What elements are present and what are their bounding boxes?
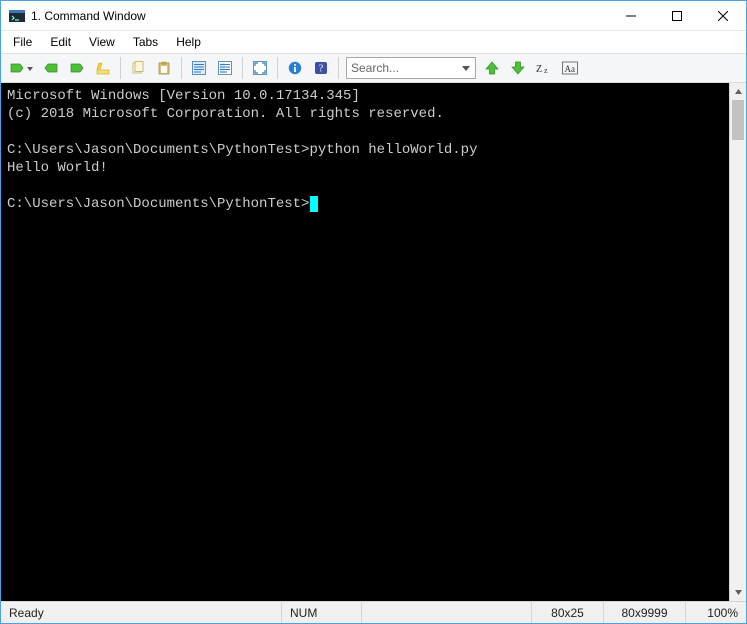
menu-view[interactable]: View bbox=[81, 33, 123, 51]
menu-help[interactable]: Help bbox=[168, 33, 209, 51]
case-sensitive-button[interactable]: Z z bbox=[532, 56, 556, 80]
paste-icon bbox=[157, 61, 171, 75]
status-gap bbox=[362, 602, 532, 623]
scroll-thumb[interactable] bbox=[732, 100, 744, 140]
terminal-line: Microsoft Windows [Version 10.0.17134.34… bbox=[7, 88, 360, 104]
scroll-up-button[interactable] bbox=[730, 83, 746, 100]
status-ready: Ready bbox=[1, 602, 282, 623]
rename-tab-button[interactable] bbox=[91, 56, 115, 80]
terminal-prompt-path: C:\Users\Jason\Documents\PythonTest> bbox=[7, 142, 309, 158]
prev-tab-button[interactable] bbox=[39, 56, 63, 80]
arrow-left-icon bbox=[44, 61, 58, 75]
pencil-icon bbox=[96, 61, 110, 75]
search-placeholder: Search... bbox=[351, 61, 399, 75]
toolbar-separator-1 bbox=[120, 57, 121, 79]
arrow-right-icon bbox=[70, 61, 84, 75]
status-buffer: 80x9999 bbox=[604, 602, 686, 623]
fullscreen-button[interactable] bbox=[248, 56, 272, 80]
about-button[interactable] bbox=[283, 56, 307, 80]
paste-button[interactable] bbox=[152, 56, 176, 80]
terminal-command: python helloWorld.py bbox=[309, 142, 477, 158]
terminal-prompt-line: C:\Users\Jason\Documents\PythonTest> bbox=[7, 196, 318, 212]
window-title: 1. Command Window bbox=[31, 9, 146, 23]
select-block-button[interactable] bbox=[213, 56, 237, 80]
menubar: File Edit View Tabs Help bbox=[1, 31, 746, 53]
info-icon bbox=[288, 61, 302, 75]
terminal-line: (c) 2018 Microsoft Corporation. All righ… bbox=[7, 106, 444, 122]
vertical-scrollbar[interactable] bbox=[729, 83, 746, 601]
console-area: Microsoft Windows [Version 10.0.17134.34… bbox=[1, 83, 746, 601]
statusbar: Ready NUM 80x25 80x9999 100% bbox=[1, 601, 746, 623]
help-button[interactable]: ? bbox=[309, 56, 333, 80]
select-block-icon bbox=[218, 61, 232, 75]
maximize-button[interactable] bbox=[654, 1, 700, 31]
select-all-icon bbox=[192, 61, 206, 75]
arrow-down-icon bbox=[511, 61, 525, 75]
search-input[interactable]: Search... bbox=[346, 57, 476, 79]
minimize-button[interactable] bbox=[608, 1, 654, 31]
new-tab-icon bbox=[10, 61, 24, 75]
terminal-output: Hello World! bbox=[7, 160, 108, 176]
copy-icon bbox=[131, 61, 145, 75]
next-tab-button[interactable] bbox=[65, 56, 89, 80]
arrow-up-icon bbox=[485, 61, 499, 75]
svg-text:a: a bbox=[571, 64, 575, 74]
terminal[interactable]: Microsoft Windows [Version 10.0.17134.34… bbox=[1, 83, 729, 601]
toolbar-separator-5 bbox=[338, 57, 339, 79]
help-icon: ? bbox=[314, 61, 328, 75]
fullscreen-icon bbox=[253, 61, 267, 75]
menu-tabs[interactable]: Tabs bbox=[125, 33, 166, 51]
toolbar-separator-4 bbox=[277, 57, 278, 79]
close-button[interactable] bbox=[700, 1, 746, 31]
search-prev-button[interactable] bbox=[480, 56, 504, 80]
copy-button[interactable] bbox=[126, 56, 150, 80]
status-numlock: NUM bbox=[282, 602, 362, 623]
menu-edit[interactable]: Edit bbox=[42, 33, 79, 51]
select-all-button[interactable] bbox=[187, 56, 211, 80]
app-icon bbox=[9, 8, 25, 24]
cursor bbox=[310, 196, 318, 212]
toolbar: ? Search... Z z A a bbox=[1, 53, 746, 83]
status-dimensions: 80x25 bbox=[532, 602, 604, 623]
svg-text:?: ? bbox=[319, 64, 324, 75]
search-next-button[interactable] bbox=[506, 56, 530, 80]
terminal-prompt-line: C:\Users\Jason\Documents\PythonTest>pyth… bbox=[7, 142, 477, 158]
svg-text:z: z bbox=[544, 66, 548, 75]
titlebar: 1. Command Window bbox=[1, 1, 746, 31]
regex-icon: A a bbox=[562, 61, 578, 75]
scroll-track[interactable] bbox=[730, 100, 746, 584]
status-zoom[interactable]: 100% bbox=[686, 602, 746, 623]
toolbar-separator-2 bbox=[181, 57, 182, 79]
terminal-prompt-path: C:\Users\Jason\Documents\PythonTest> bbox=[7, 196, 309, 212]
new-tab-button[interactable] bbox=[5, 56, 37, 80]
case-icon: Z z bbox=[536, 61, 552, 75]
svg-text:Z: Z bbox=[536, 64, 542, 75]
regex-button[interactable]: A a bbox=[558, 56, 582, 80]
menu-file[interactable]: File bbox=[5, 33, 40, 51]
scroll-down-button[interactable] bbox=[730, 584, 746, 601]
toolbar-separator-3 bbox=[242, 57, 243, 79]
